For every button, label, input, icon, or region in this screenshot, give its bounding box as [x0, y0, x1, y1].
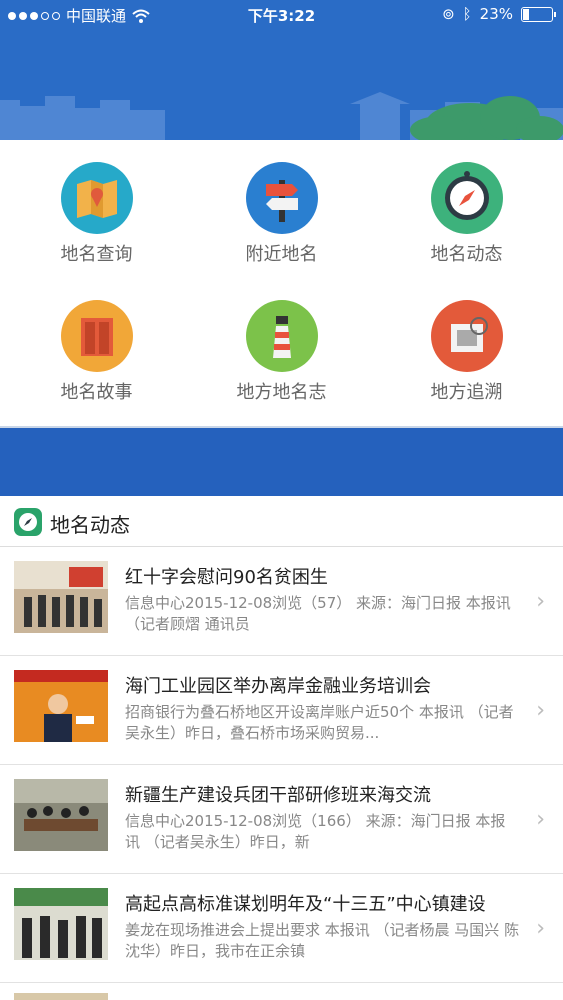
section-header: 地名动态 [0, 496, 563, 547]
menu-label: 地方追溯 [430, 382, 503, 403]
orientation-lock-icon: ⊚ [442, 5, 455, 23]
lighthouse-icon [245, 300, 318, 372]
menu-item-nearby-places[interactable]: 附近地名 [188, 162, 375, 266]
news-summary: 信息中心2015-12-08浏览（57） 来源：海门日报 本报讯 （记者顾熠 通… [125, 594, 511, 633]
news-item[interactable]: 红十字会慰问90名贫困生 信息中心2015-12-08浏览（57） 来源：海门日… [0, 547, 563, 656]
menu-item-place-search[interactable]: 地名查询 [3, 162, 190, 266]
menu-label: 地名故事 [60, 382, 133, 403]
stamp-icon [430, 300, 503, 372]
news-item[interactable]: 海门工业园区举办离岸金融业务培训会 招商银行为叠石桥地区开设离岸账户近50个 本… [0, 656, 563, 765]
map-icon [60, 162, 133, 234]
compass-icon [14, 508, 42, 536]
news-thumbnail [14, 993, 108, 1000]
menu-label: 地名动态 [430, 244, 503, 265]
menu-item-place-stories[interactable]: 地名故事 [3, 300, 190, 404]
menu-item-local-gazetteer[interactable]: 地方地名志 [188, 300, 375, 404]
menu-label: 地名查询 [60, 244, 133, 265]
battery-icon [521, 6, 556, 22]
bluetooth-icon: ᛒ [462, 5, 472, 23]
section-title: 地名动态 [50, 513, 130, 537]
compass-icon [430, 162, 503, 234]
news-thumbnail [14, 561, 108, 633]
news-item[interactable]: 新疆生产建设兵团干部研修班来海交流 信息中心2015-12-08浏览（166） … [0, 765, 563, 874]
menu-grid: 地名查询 附近地名 地名动态 地名故事 地方地名志 地方追溯 [0, 140, 563, 426]
news-thumbnail [14, 670, 108, 742]
menu-label: 附近地名 [245, 244, 318, 265]
status-bar: 中国联通 下午3:22 ⊚ ᛒ 23% [0, 0, 563, 30]
chevron-right-icon: › [536, 916, 545, 941]
chevron-right-icon: › [536, 698, 545, 723]
news-item-partial[interactable] [0, 983, 563, 1000]
signpost-icon [245, 162, 318, 234]
book-icon [60, 300, 133, 372]
chevron-right-icon: › [536, 807, 545, 832]
news-summary: 信息中心2015-12-08浏览（166） 来源：海门日报 本报讯 （记者吴永生… [125, 812, 506, 851]
news-title: 新疆生产建设兵团干部研修班来海交流 [125, 785, 431, 806]
news-thumbnail [14, 779, 108, 851]
battery-percent: 23% [479, 5, 513, 23]
news-item[interactable]: 高起点高标准谋划明年及“十三五”中心镇建设 姜龙在现场推进会上提出要求 本报讯 … [0, 874, 563, 983]
news-summary: 招商银行为叠石桥地区开设离岸账户近50个 本报讯 （记者吴永生）昨日，叠石桥市场… [125, 703, 514, 742]
menu-item-local-history[interactable]: 地方追溯 [373, 300, 560, 404]
news-title: 海门工业园区举办离岸金融业务培训会 [125, 676, 431, 697]
news-summary: 姜龙在现场推进会上提出要求 本报讯 （记者杨晨 马国兴 陈沈华）昨日，我市在正余… [125, 921, 520, 960]
news-title: 高起点高标准谋划明年及“十三五”中心镇建设 [125, 894, 486, 915]
menu-item-place-news[interactable]: 地名动态 [373, 162, 560, 266]
menu-label: 地方地名志 [236, 382, 327, 403]
chevron-right-icon: › [536, 589, 545, 614]
promo-banner[interactable] [0, 426, 563, 498]
news-title: 红十字会慰问90名贫困生 [125, 567, 328, 588]
news-thumbnail [14, 888, 108, 960]
